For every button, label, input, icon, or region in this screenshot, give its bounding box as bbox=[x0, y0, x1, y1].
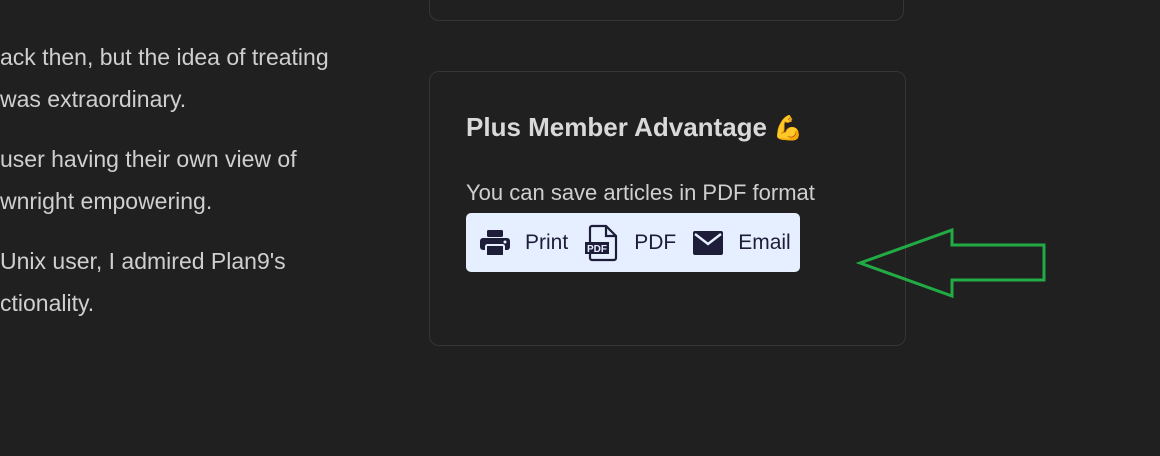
article-line: Unix user, I admired Plan9's bbox=[0, 248, 286, 274]
article-line: ack then, but the idea of treating bbox=[0, 44, 329, 70]
email-button[interactable]: Email bbox=[692, 230, 791, 256]
article-body: ack then, but the idea of treating was e… bbox=[0, 36, 410, 342]
article-line: user having their own view of bbox=[0, 146, 297, 172]
pdf-button[interactable]: PDF PDF bbox=[584, 224, 676, 262]
article-line: was extraordinary. bbox=[0, 86, 187, 112]
article-line: ctionality. bbox=[0, 290, 95, 316]
print-button[interactable]: Print bbox=[479, 229, 568, 257]
plus-member-card: Plus Member Advantage 💪 You can save arti… bbox=[429, 71, 906, 346]
pdf-file-icon: PDF bbox=[584, 224, 620, 262]
plus-card-title: Plus Member Advantage 💪 bbox=[466, 112, 803, 143]
email-label: Email bbox=[738, 230, 791, 254]
pdf-label: PDF bbox=[634, 230, 677, 254]
plus-card-description: You can save articles in PDF format bbox=[466, 180, 815, 205]
green-arrow-annotation bbox=[855, 227, 1046, 299]
plus-card-title-text: Plus Member Advantage bbox=[466, 112, 768, 142]
article-paragraph: Unix user, I admired Plan9's ctionality. bbox=[0, 240, 410, 324]
print-label: Print bbox=[525, 230, 569, 254]
save-actions-bar: Print PDF PDF Email bbox=[466, 213, 800, 272]
svg-text:PDF: PDF bbox=[587, 244, 607, 255]
envelope-icon bbox=[692, 230, 724, 256]
article-line: wnright empowering. bbox=[0, 188, 213, 214]
flexed-biceps-icon: 💪 bbox=[773, 115, 803, 142]
printer-icon bbox=[479, 229, 511, 257]
article-paragraph: ack then, but the idea of treating was e… bbox=[0, 36, 410, 120]
previous-card bbox=[429, 0, 904, 21]
article-paragraph: user having their own view of wnright em… bbox=[0, 138, 410, 222]
